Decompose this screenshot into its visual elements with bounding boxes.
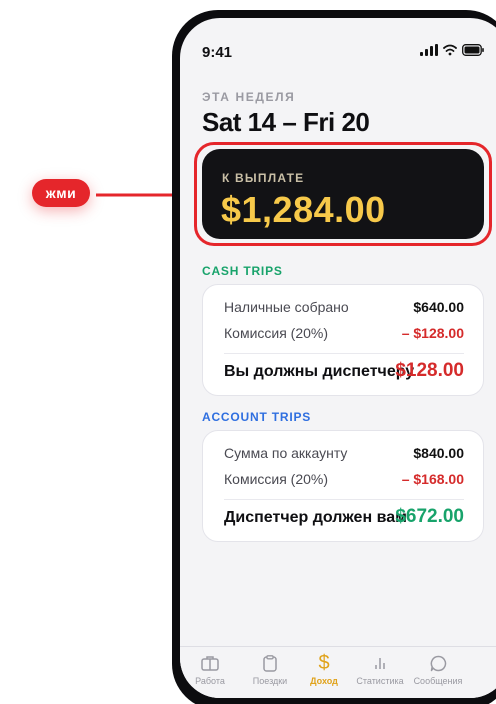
tab-work[interactable]: Работа <box>180 653 240 686</box>
cash-total-value: $128.00 <box>395 360 464 381</box>
chat-bubble-icon <box>430 653 447 673</box>
cash-commission-row: Комиссия (20%) – $128.00 <box>224 325 464 341</box>
tab-income[interactable]: $ Доход <box>294 651 354 687</box>
wifi-icon <box>443 44 457 56</box>
cash-total-label: Вы должны диспетчеру <box>224 363 415 380</box>
tab-label: Поездки <box>252 676 288 686</box>
row-value: – $168.00 <box>401 471 464 487</box>
dollar-icon: $ <box>318 651 330 674</box>
tab-label: Работа <box>195 676 225 686</box>
row-label: Комиссия (20%) <box>224 471 329 487</box>
tab-trips[interactable]: Поездки <box>240 653 300 686</box>
briefcase-icon <box>201 653 219 673</box>
tab-messages[interactable]: Сообщения <box>408 653 468 686</box>
row-label: Сумма по аккаунту <box>224 445 348 461</box>
week-range-title: Sat 14 – Fri 20 <box>202 107 370 137</box>
account-trips-title: ACCOUNT TRIPS <box>202 410 312 424</box>
row-label: Комиссия (20%) <box>224 325 329 341</box>
row-value: – $128.00 <box>401 325 464 341</box>
phone-frame: 9:41 ЭТА НЕДЕЛЯ Sat 14 – Fri 20 К ВЫПЛАТ… <box>172 10 496 704</box>
bar-chart-icon <box>373 653 387 673</box>
cash-collected-row: Наличные собрано $640.00 <box>224 299 464 315</box>
row-label: Наличные собрано <box>224 299 349 315</box>
account-commission-row: Комиссия (20%) – $168.00 <box>224 471 464 487</box>
phone-screen: 9:41 ЭТА НЕДЕЛЯ Sat 14 – Fri 20 К ВЫПЛАТ… <box>180 18 496 698</box>
cash-trips-card: Наличные собрано $640.00 Комиссия (20%) … <box>202 284 484 396</box>
account-total-value: $672.00 <box>395 506 464 527</box>
account-sum-row: Сумма по аккаунту $840.00 <box>224 445 464 461</box>
status-icons <box>420 44 484 56</box>
tab-label: Доход <box>310 676 338 686</box>
cash-trips-title: CASH TRIPS <box>202 264 283 278</box>
highlight-frame <box>194 142 492 246</box>
signal-icon <box>420 44 438 56</box>
tab-bar: Работа Поездки $ Доход Статистика Сообще… <box>180 646 496 698</box>
battery-icon <box>462 44 484 56</box>
tap-hint-badge: жми <box>32 179 90 207</box>
row-value: $840.00 <box>413 445 464 461</box>
clipboard-icon <box>263 653 277 673</box>
tab-label: Статистика <box>356 676 404 686</box>
tab-label: Сообщения <box>413 676 463 686</box>
account-total-label: Диспетчер должен вам <box>224 509 407 526</box>
week-label: ЭТА НЕДЕЛЯ <box>202 90 296 104</box>
account-trips-card: Сумма по аккаунту $840.00 Комиссия (20%)… <box>202 430 484 542</box>
tab-statistics[interactable]: Статистика <box>350 653 410 686</box>
status-time: 9:41 <box>202 44 233 61</box>
row-value: $640.00 <box>413 299 464 315</box>
divider <box>224 499 464 500</box>
divider <box>224 353 464 354</box>
